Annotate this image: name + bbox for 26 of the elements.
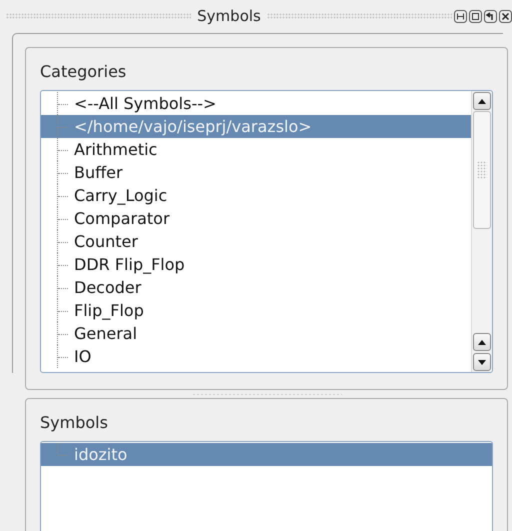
list-item[interactable]: General: [41, 322, 471, 345]
maximize-icon[interactable]: [469, 10, 482, 22]
list-box[interactable]: <--All Symbols--> </home/vajo/iseprj/varazslo> Arithmetic Buffer Carry_Logic Comparator Counter DDR Flip_Flop Decoder Flip_Flop General IO: [40, 90, 493, 373]
list-item[interactable]: Decoder: [41, 276, 471, 299]
list-item[interactable]: DDR Flip_Flop: [41, 253, 471, 276]
scrollbar[interactable]: [471, 91, 492, 372]
scroll-up-button[interactable]: [473, 333, 491, 351]
group-label: Categories: [40, 62, 128, 82]
list-item[interactable]: Arithmetic: [41, 138, 471, 161]
list-item[interactable]: Flip_Flop: [41, 299, 471, 322]
list-item[interactable]: Counter: [41, 230, 471, 253]
scroll-down-button[interactable]: [473, 353, 491, 371]
list-item[interactable]: IO: [41, 345, 471, 368]
float-icon[interactable]: [454, 10, 468, 22]
scroll-up-button[interactable]: [473, 92, 491, 110]
list-item[interactable]: Carry_Logic: [41, 184, 471, 207]
close-icon[interactable]: [499, 10, 512, 22]
list-item[interactable]: Buffer: [41, 161, 471, 184]
group-label: Symbols: [40, 413, 109, 433]
list-item[interactable]: Comparator: [41, 207, 471, 230]
window-title: Symbols: [197, 7, 261, 25]
restore-icon[interactable]: [484, 10, 498, 22]
up-arrow-icon: [478, 98, 486, 104]
down-arrow-icon: [478, 360, 486, 364]
up-arrow-icon: [478, 340, 486, 344]
scroll-thumb[interactable]: [473, 111, 491, 229]
